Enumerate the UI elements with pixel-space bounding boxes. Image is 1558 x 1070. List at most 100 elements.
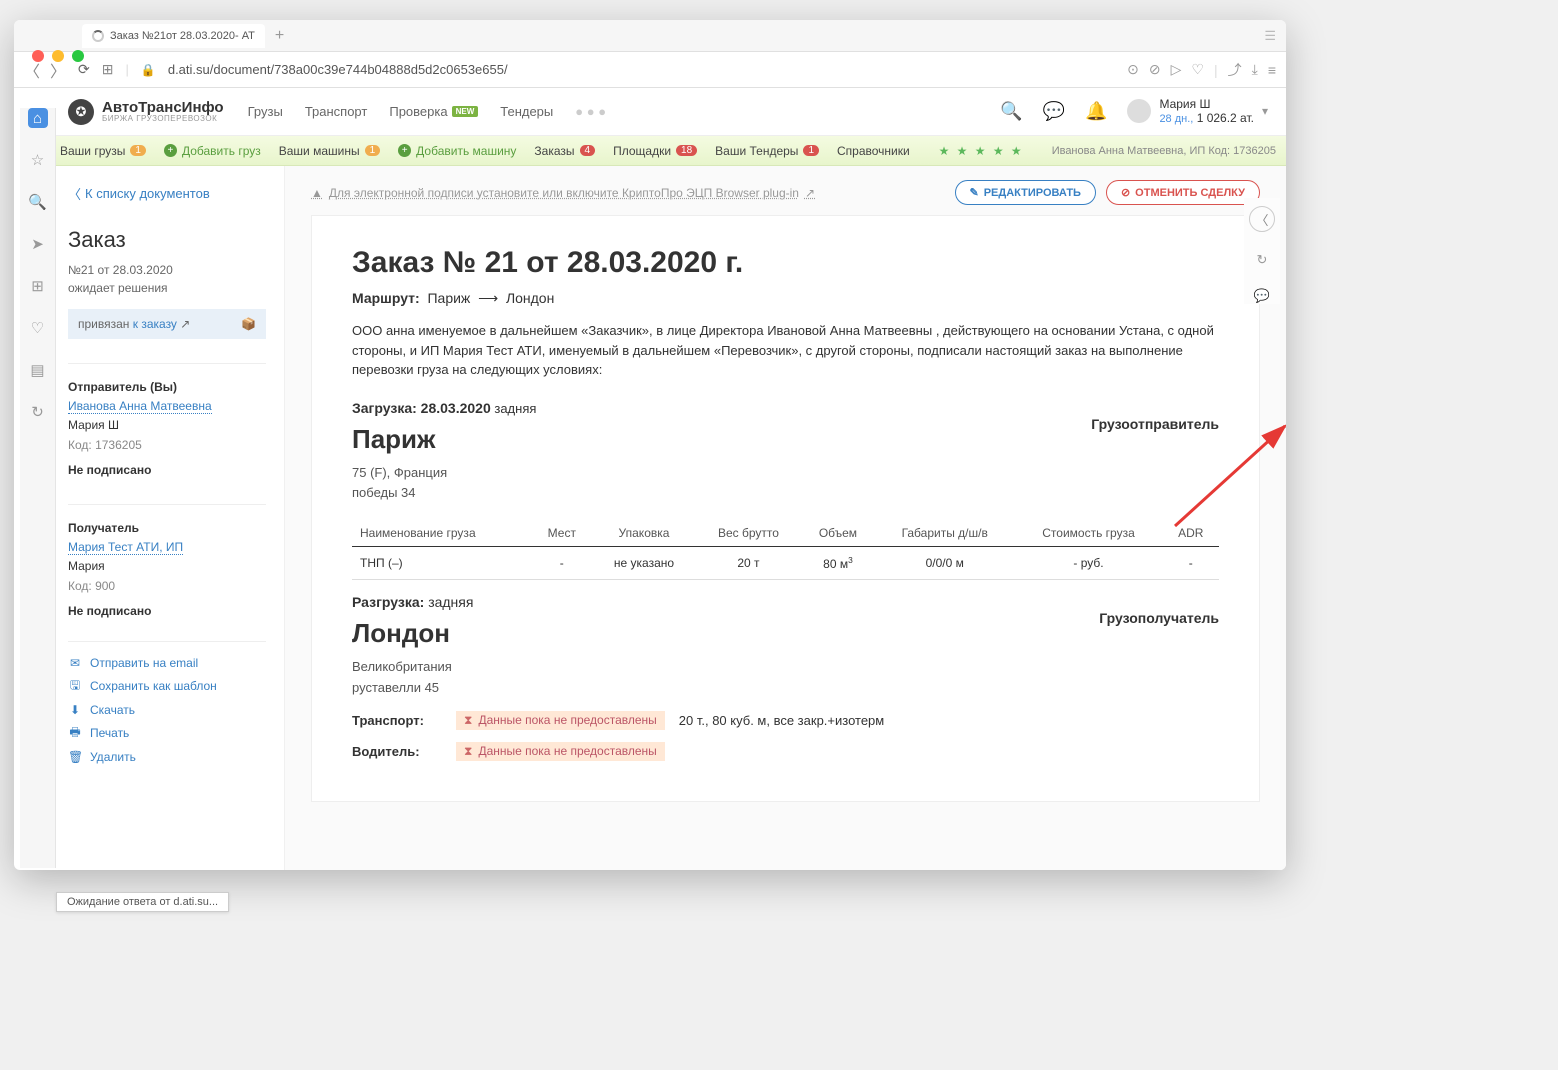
block-icon[interactable]: ⊘ xyxy=(1149,61,1161,78)
hourglass-icon: ⧗ xyxy=(464,744,472,759)
action-delete[interactable]: 🗑Удалить xyxy=(68,750,266,764)
camera-icon[interactable]: ⊙ xyxy=(1127,61,1139,78)
sidebar-shield-icon[interactable]: ☆ xyxy=(28,150,48,170)
document-preamble: ООО анна именуемое в дальнейшем «Заказчи… xyxy=(352,321,1219,380)
subnav-your-tenders[interactable]: Ваши Тендеры 1 xyxy=(715,144,819,158)
tabs-menu-icon[interactable]: ☰ xyxy=(1264,28,1276,44)
panel-title: Заказ xyxy=(68,227,266,253)
sidebar-search-icon[interactable]: 🔍 xyxy=(28,192,48,212)
nav-transport[interactable]: Транспорт xyxy=(305,104,368,119)
nav-tenders[interactable]: Тендеры xyxy=(500,104,553,119)
share-icon[interactable]: ⤴ xyxy=(1228,60,1242,80)
print-icon: 🖶 xyxy=(68,723,82,744)
lock-icon: 🔒 xyxy=(141,63,156,77)
separator: | xyxy=(126,62,129,77)
city-to: Лондон xyxy=(352,618,1219,649)
sidebar-home-icon[interactable]: ⌂ xyxy=(28,108,48,128)
menu-icon[interactable]: ≡ xyxy=(1268,62,1276,78)
subnav-platforms[interactable]: Площадки 18 xyxy=(613,144,697,158)
sender-label: Отправитель (Вы) xyxy=(68,378,266,397)
edit-button[interactable]: ✎РЕДАКТИРОВАТЬ xyxy=(955,180,1096,205)
right-chat-icon[interactable]: 💬 xyxy=(1254,288,1270,304)
sidebar-grid-icon[interactable]: ⊞ xyxy=(28,276,48,296)
warning-icon: ▲ xyxy=(311,186,323,200)
subnav-directories[interactable]: Справочники xyxy=(837,144,910,158)
sidebar-history-icon[interactable]: ↻ xyxy=(28,402,48,422)
crypto-warning-link[interactable]: ▲ Для электронной подписи установите или… xyxy=(311,186,815,200)
sender-role-label: Грузоотправитель xyxy=(1091,416,1219,432)
city-from: Париж xyxy=(352,424,1219,455)
window-min-icon[interactable] xyxy=(52,50,64,62)
sidebar-heart-icon[interactable]: ♡ xyxy=(28,318,48,338)
download-icon[interactable]: ⤓ xyxy=(1252,61,1258,78)
action-email[interactable]: ✉Отправить на email xyxy=(68,656,266,670)
nav-more-icon[interactable]: ● ● ● xyxy=(575,104,606,119)
sidebar-send-icon[interactable]: ➤ xyxy=(28,234,48,254)
user-menu[interactable]: Мария Ш 28 дн., 1 026.2 ат. ▾ xyxy=(1127,97,1268,127)
download-icon: ⬇ xyxy=(68,703,82,717)
subnav-your-trucks[interactable]: Ваши машины 1 xyxy=(279,144,380,158)
order-status: ожидает решения xyxy=(68,279,266,297)
header-search-icon[interactable]: 🔍 xyxy=(1000,101,1022,122)
sidebar-list-icon[interactable]: ▤ xyxy=(28,360,48,380)
heart-icon[interactable]: ♡ xyxy=(1191,61,1204,78)
plus-icon: + xyxy=(398,144,411,157)
user-name: Мария Ш xyxy=(1159,97,1254,111)
subnav-orders[interactable]: Заказы 4 xyxy=(534,144,595,158)
rating-stars-icon: ★ ★ ★ ★ ★ xyxy=(939,144,1024,158)
forbid-icon: ⊘ xyxy=(1121,186,1130,199)
tab-title: Заказ №21от 28.03.2020- АТ xyxy=(110,30,255,42)
nav-check[interactable]: Проверка NEW xyxy=(389,104,478,119)
user-balance: 1 026.2 ат. xyxy=(1197,111,1254,125)
loading-spinner-icon xyxy=(92,30,104,42)
logo-title: АвтоТрансИнфо xyxy=(102,100,224,115)
sender-code: Код: 1736205 xyxy=(68,436,266,455)
address-bar[interactable]: d.ati.su/document/738a00c39e744b04888d5d… xyxy=(168,62,1115,77)
nav-cargo[interactable]: Грузы xyxy=(248,104,283,119)
cargo-table: Наименование груза Мест Упаковка Вес бру… xyxy=(352,520,1219,580)
browser-tab[interactable]: Заказ №21от 28.03.2020- АТ xyxy=(82,24,265,48)
header-chat-icon[interactable]: 💬 xyxy=(1043,101,1065,122)
action-print[interactable]: 🖶Печать xyxy=(68,723,266,744)
window-close-icon[interactable] xyxy=(32,50,44,62)
document-title: Заказ № 21 от 28.03.2020 г. xyxy=(352,246,1219,280)
order-number: №21 от 28.03.2020 xyxy=(68,261,266,279)
reload-icon[interactable]: ⟳ xyxy=(78,61,90,78)
save-icon: 🖫 xyxy=(68,676,82,697)
driver-pending: ⧗Данные пока не предоставлены xyxy=(456,742,665,761)
sender-name-link[interactable]: Иванова Анна Матвеевна xyxy=(68,399,212,414)
transport-pending: ⧗Данные пока не предоставлены xyxy=(456,711,665,730)
user-days: 28 дн., xyxy=(1159,113,1193,125)
mail-icon: ✉ xyxy=(68,656,82,670)
window-max-icon[interactable] xyxy=(72,50,84,62)
site-logo[interactable]: ✪ АвтоТрансИнфо БИРЖА ГРУЗОПЕРЕВОЗОК xyxy=(68,99,224,125)
new-tab-button[interactable]: + xyxy=(275,27,284,45)
logo-subtitle: БИРЖА ГРУЗОПЕРЕВОЗОК xyxy=(102,115,224,123)
document-body: Заказ № 21 от 28.03.2020 г. Маршрут: Пар… xyxy=(311,215,1260,802)
linked-order-chip[interactable]: привязан к заказу ↗ 📦 xyxy=(68,309,266,339)
recipient-contact: Мария xyxy=(68,557,266,576)
new-badge: NEW xyxy=(452,106,479,117)
hourglass-icon: ⧗ xyxy=(464,713,472,728)
recipient-role-label: Грузополучатель xyxy=(1099,610,1219,626)
subnav-your-cargo[interactable]: Ваши грузы 1 xyxy=(60,144,146,158)
trash-icon: 🗑 xyxy=(68,750,82,764)
box-icon: 📦 xyxy=(241,317,256,331)
header-bell-icon[interactable]: 🔔 xyxy=(1085,101,1107,122)
logo-mark-icon: ✪ xyxy=(68,99,94,125)
apps-grid-icon[interactable]: ⊞ xyxy=(102,61,114,78)
subnav-add-cargo[interactable]: + Добавить груз xyxy=(164,144,261,158)
action-save-template[interactable]: 🖫Сохранить как шаблон xyxy=(68,676,266,697)
recipient-label: Получатель xyxy=(68,519,266,538)
right-history-icon[interactable]: ↻ xyxy=(1257,252,1268,268)
recipient-name-link[interactable]: Мария Тест АТИ, ИП xyxy=(68,540,183,555)
avatar xyxy=(1127,99,1151,123)
pencil-icon: ✎ xyxy=(970,186,979,199)
plus-icon: + xyxy=(164,144,177,157)
back-to-list-link[interactable]: 〈 К списку документов xyxy=(68,184,266,203)
cancel-deal-button[interactable]: ⊘ОТМЕНИТЬ СДЕЛКУ xyxy=(1106,180,1260,205)
play-icon[interactable]: ▷ xyxy=(1171,61,1182,78)
subnav-add-truck[interactable]: + Добавить машину xyxy=(398,144,516,158)
collapse-right-icon[interactable]: 〈 xyxy=(1249,206,1275,232)
action-download[interactable]: ⬇Скачать xyxy=(68,703,266,717)
